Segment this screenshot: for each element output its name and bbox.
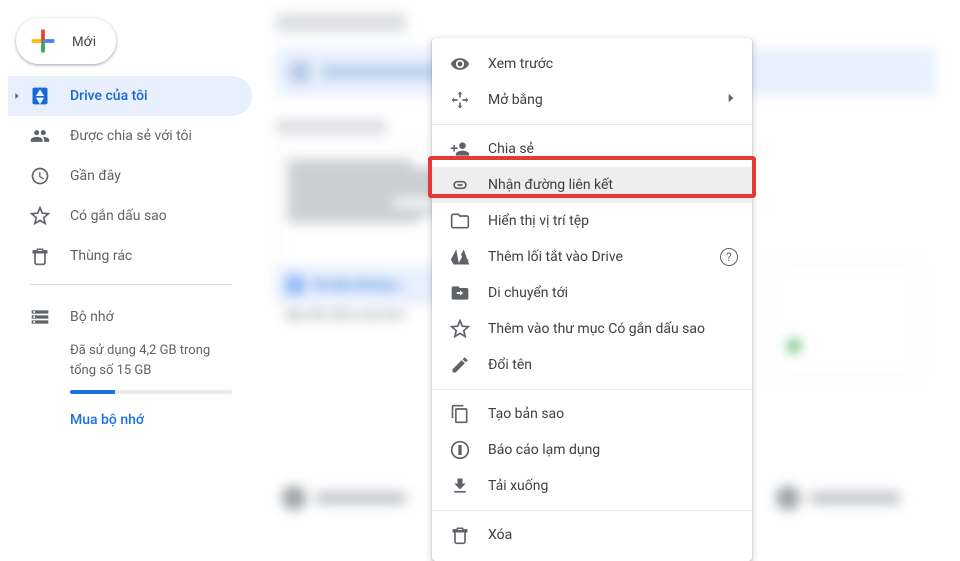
menu-label: Mở bằng — [488, 92, 736, 108]
menu-label: Báo cáo lạm dụng — [488, 442, 736, 458]
storage-usage-text: Đã sử dụng 4,2 GB trong tổng số 15 GB — [30, 341, 232, 380]
menu-label: Chia sẻ — [488, 141, 736, 157]
clock-icon — [30, 166, 50, 186]
folder-icon — [450, 211, 470, 231]
menu-item-download[interactable]: Tải xuống — [432, 468, 752, 504]
menu-item-add-shortcut[interactable]: Thêm lối tắt vào Drive ? — [432, 239, 752, 275]
menu-divider — [432, 124, 752, 125]
menu-item-share[interactable]: Chia sẻ — [432, 131, 752, 167]
storage-section: Bộ nhớ Đã sử dụng 4,2 GB trong tổng số 1… — [8, 293, 252, 428]
sidebar-item-storage[interactable]: Bộ nhớ — [30, 297, 232, 337]
sidebar-item-label: Thùng rác — [70, 248, 132, 264]
drive-add-icon — [450, 247, 470, 267]
trash-icon — [30, 246, 50, 266]
new-button[interactable]: Mới — [16, 18, 116, 64]
sidebar-item-label: Gần đây — [70, 168, 121, 184]
menu-item-make-copy[interactable]: Tạo bản sao — [432, 396, 752, 432]
report-icon — [450, 440, 470, 460]
star-icon — [30, 206, 50, 226]
context-menu: Xem trước Mở bằng Chia sẻ Nhận đường liê… — [432, 38, 752, 561]
people-icon — [30, 126, 50, 146]
move-icon — [450, 283, 470, 303]
sidebar-item-recent[interactable]: Gần đây — [8, 156, 252, 196]
trash-icon — [450, 525, 470, 545]
person-add-icon — [450, 139, 470, 159]
copy-icon — [450, 404, 470, 424]
menu-label: Tạo bản sao — [488, 406, 736, 422]
storage-label: Bộ nhớ — [70, 309, 114, 325]
menu-label: Tải xuống — [488, 478, 736, 494]
sidebar-item-label: Drive của tôi — [70, 88, 148, 104]
pencil-icon — [450, 355, 470, 375]
buy-storage-link[interactable]: Mua bộ nhớ — [70, 412, 144, 428]
sidebar-item-shared[interactable]: Được chia sẻ với tôi — [8, 116, 252, 156]
menu-divider — [432, 389, 752, 390]
menu-label: Xem trước — [488, 56, 736, 72]
sidebar-divider — [30, 284, 232, 285]
eye-icon — [450, 54, 470, 74]
menu-item-preview[interactable]: Xem trước — [432, 46, 752, 82]
menu-item-remove[interactable]: Xóa — [432, 517, 752, 553]
help-icon[interactable]: ? — [720, 248, 738, 266]
new-button-label: Mới — [72, 33, 96, 49]
menu-label: Xóa — [488, 527, 736, 543]
sidebar-item-my-drive[interactable]: Drive của tôi — [8, 76, 252, 116]
open-with-icon — [450, 90, 470, 110]
menu-label: Đổi tên — [488, 357, 736, 373]
menu-divider — [432, 510, 752, 511]
sidebar-item-label: Có gắn dấu sao — [70, 208, 167, 224]
menu-label: Hiển thị vị trí tệp — [488, 213, 736, 229]
plus-icon — [26, 24, 60, 58]
storage-bar-fill — [70, 390, 115, 394]
menu-item-show-location[interactable]: Hiển thị vị trí tệp — [432, 203, 752, 239]
menu-item-report-abuse[interactable]: Báo cáo lạm dụng — [432, 432, 752, 468]
storage-icon — [30, 307, 50, 327]
sidebar-item-label: Được chia sẻ với tôi — [70, 128, 192, 144]
menu-label: Di chuyển tới — [488, 285, 736, 301]
menu-item-move-to[interactable]: Di chuyển tới — [432, 275, 752, 311]
sidebar-item-starred[interactable]: Có gắn dấu sao — [8, 196, 252, 236]
menu-label: Nhận đường liên kết — [488, 177, 736, 193]
menu-item-get-link[interactable]: Nhận đường liên kết — [432, 167, 752, 203]
download-icon — [450, 476, 470, 496]
storage-bar — [70, 390, 232, 394]
file-name: Tài liệu không c — [311, 278, 402, 293]
menu-item-add-starred[interactable]: Thêm vào thư mục Có gắn dấu sao — [432, 311, 752, 347]
drive-icon — [30, 86, 50, 106]
menu-label: Thêm lối tắt vào Drive — [488, 249, 736, 265]
link-icon — [450, 175, 470, 195]
menu-item-open-with[interactable]: Mở bằng — [432, 82, 752, 118]
menu-item-rename[interactable]: Đổi tên — [432, 347, 752, 383]
docs-icon — [287, 277, 303, 293]
chevron-right-icon — [724, 91, 738, 109]
star-outline-icon — [450, 319, 470, 339]
sidebar-item-trash[interactable]: Thùng rác — [8, 236, 252, 276]
chevron-right-icon — [12, 91, 22, 101]
sidebar: Mới Drive của tôi Được chia sẻ với tôi G… — [0, 0, 252, 540]
menu-label: Thêm vào thư mục Có gắn dấu sao — [488, 321, 736, 337]
